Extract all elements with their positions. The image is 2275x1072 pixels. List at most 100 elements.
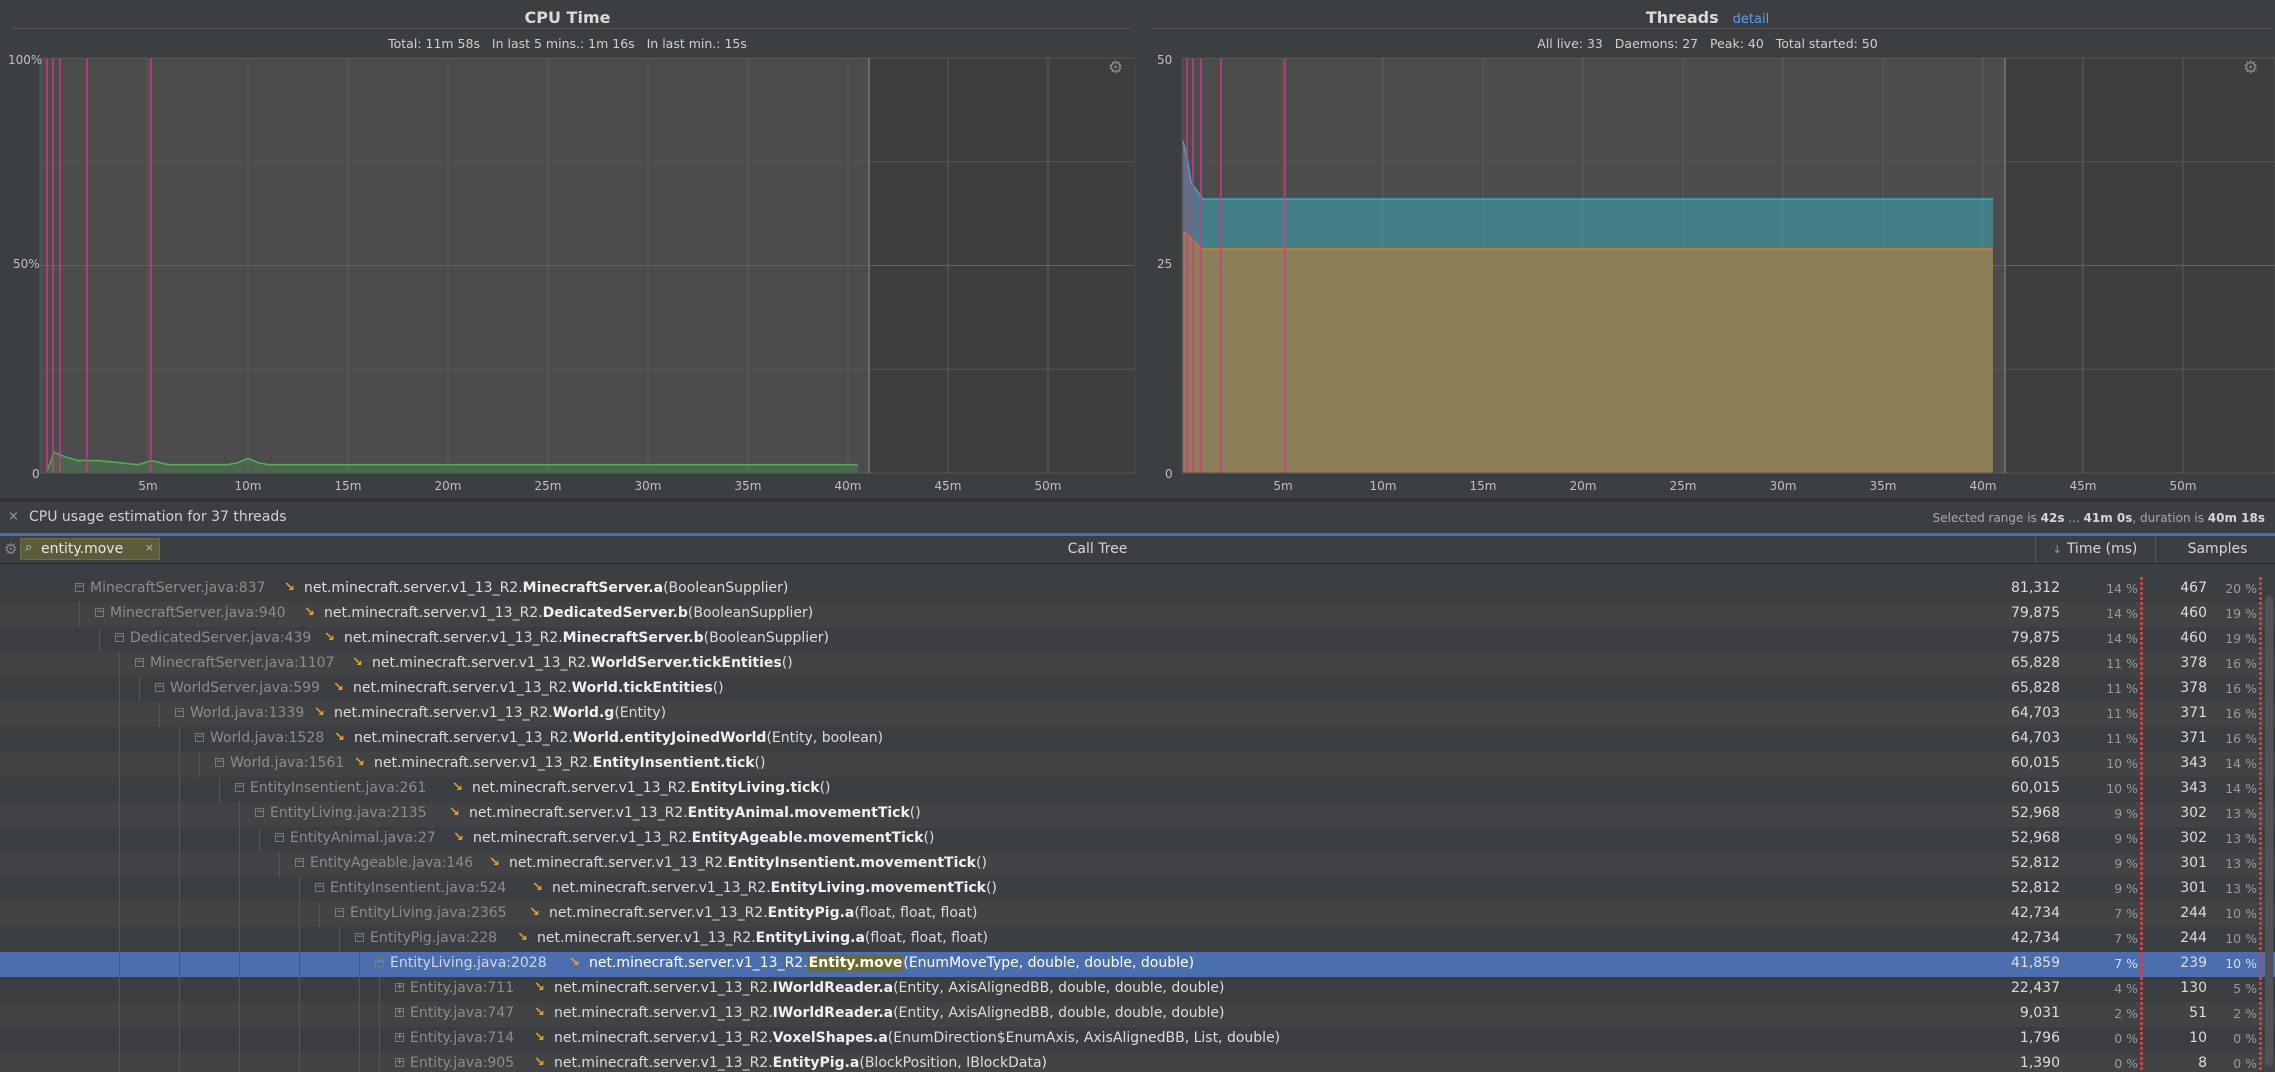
tree-row-selected[interactable]: − EntityLiving.java:2028 ↘ net.minecraft.se… xyxy=(0,952,2275,977)
time-ms: 60,015 xyxy=(2011,755,2060,771)
column-header-time[interactable]: ↓ Time (ms) xyxy=(2040,541,2150,557)
tree-row[interactable]: − World.java:1339 ↘ net.minecraft.server.v1… xyxy=(0,702,2275,727)
source-location[interactable]: EntityLiving.java:2028 xyxy=(390,955,547,971)
indent-guide xyxy=(279,852,280,877)
source-location[interactable]: EntityInsentient.java:524 xyxy=(330,880,506,896)
column-separator[interactable] xyxy=(2155,536,2156,563)
tree-row[interactable]: + Entity.java:747 ↘ net.minecraft.server.v1… xyxy=(0,1002,2275,1027)
source-location[interactable]: EntityLiving.java:2135 xyxy=(270,805,427,821)
column-header-samples[interactable]: Samples xyxy=(2160,541,2275,557)
source-location[interactable]: Entity.java:714 xyxy=(410,1030,514,1046)
collapse-icon[interactable]: − xyxy=(135,658,144,667)
indent-guide xyxy=(179,1002,180,1027)
indent-guide xyxy=(99,627,100,652)
x-tick-label: 50m xyxy=(2170,479,2197,493)
tree-row[interactable]: − EntityLiving.java:2365 ↘ net.minecraft.se… xyxy=(0,902,2275,927)
indent-guide xyxy=(239,952,240,977)
collapse-icon[interactable]: − xyxy=(155,683,164,692)
tree-row[interactable]: − MinecraftServer.java:1107 ↘ net.minecraft… xyxy=(0,652,2275,677)
time-percent: 11 % xyxy=(2106,681,2138,696)
expand-icon[interactable]: + xyxy=(395,1058,404,1067)
tree-row[interactable]: + Entity.java:711 ↘ net.minecraft.server.v1… xyxy=(0,977,2275,1002)
tree-row[interactable]: + Entity.java:905 ↘ net.minecraft.server.v1… xyxy=(0,1052,2275,1072)
sample-count: 343 xyxy=(2180,780,2207,796)
tree-row[interactable]: − World.java:1528 ↘ net.minecraft.server.v1… xyxy=(0,727,2275,752)
collapse-icon[interactable]: − xyxy=(75,583,84,592)
collapse-icon[interactable]: − xyxy=(275,833,284,842)
tree-row[interactable]: − EntityAnimal.java:27 ↘ net.minecraft.serv… xyxy=(0,827,2275,852)
source-location[interactable]: EntityPig.java:228 xyxy=(370,930,497,946)
threads-chart[interactable]: 5m 10m 15m 20m 25m 30m 35m 40m 45m 50m xyxy=(1140,0,2275,498)
collapse-icon[interactable]: − xyxy=(215,758,224,767)
collapse-icon[interactable]: − xyxy=(355,933,364,942)
samples-percent: 16 % xyxy=(2225,706,2257,721)
collapse-icon[interactable]: − xyxy=(235,783,244,792)
indent-guide xyxy=(299,1052,300,1072)
expand-icon[interactable]: + xyxy=(395,1008,404,1017)
method-name: DedicatedServer.b xyxy=(542,605,688,621)
time-percent: 0 % xyxy=(2114,1056,2138,1071)
vertical-scrollbar[interactable] xyxy=(2265,596,2273,1066)
column-header-call-tree[interactable]: Call Tree xyxy=(160,541,2035,557)
source-location[interactable]: EntityAgeable.java:146 xyxy=(310,855,473,871)
collapse-icon[interactable]: − xyxy=(115,633,124,642)
settings-gear-icon[interactable]: ⚙ xyxy=(4,540,17,558)
tree-row[interactable]: − EntityPig.java:228 ↘ net.minecraft.server… xyxy=(0,927,2275,952)
percent-bar xyxy=(2140,852,2143,877)
collapse-icon[interactable]: − xyxy=(175,708,184,717)
cpu-time-chart[interactable]: 5m 10m 15m 20m 25m 30m 35m 40m 45m 50m xyxy=(0,0,1135,498)
search-input[interactable] xyxy=(41,540,141,558)
tree-row[interactable]: − EntityAgeable.java:146 ↘ net.minecraft.se… xyxy=(0,852,2275,877)
threads-chart-settings-icon[interactable]: ⚙ xyxy=(2243,58,2258,78)
source-location[interactable]: EntityInsentient.java:261 xyxy=(250,780,426,796)
collapse-icon[interactable]: − xyxy=(295,858,304,867)
tree-row[interactable]: − World.java:1561 ↘ net.minecraft.server.v1… xyxy=(0,752,2275,777)
collapse-icon[interactable]: − xyxy=(195,733,204,742)
source-location[interactable]: Entity.java:747 xyxy=(410,1005,514,1021)
collapse-icon[interactable]: − xyxy=(315,883,324,892)
method-signature: net.minecraft.server.v1_13_R2.IWorldRead… xyxy=(554,980,1225,996)
collapse-icon[interactable]: − xyxy=(255,808,264,817)
clear-search-icon[interactable]: × xyxy=(145,541,154,554)
series-area-1 xyxy=(1183,232,1993,473)
source-location[interactable]: Entity.java:905 xyxy=(410,1055,514,1071)
time-ms: 42,734 xyxy=(2011,905,2060,921)
source-location[interactable]: DedicatedServer.java:439 xyxy=(130,630,311,646)
tree-row[interactable]: − EntityLiving.java:2135 ↘ net.minecraft.se… xyxy=(0,802,2275,827)
expand-icon[interactable]: + xyxy=(395,983,404,992)
tree-row[interactable]: − MinecraftServer.java:940 ↘ net.minecraft.… xyxy=(0,602,2275,627)
source-location[interactable]: EntityLiving.java:2365 xyxy=(350,905,507,921)
collapse-icon[interactable]: − xyxy=(335,908,344,917)
indent-guide xyxy=(359,1002,360,1027)
close-icon[interactable]: × xyxy=(8,509,19,524)
source-location[interactable]: MinecraftServer.java:940 xyxy=(110,605,286,621)
source-location[interactable]: MinecraftServer.java:1107 xyxy=(150,655,334,671)
tree-row[interactable]: + Entity.java:714 ↘ net.minecraft.server.v1… xyxy=(0,1027,2275,1052)
source-location[interactable]: World.java:1528 xyxy=(210,730,324,746)
source-location[interactable]: World.java:1561 xyxy=(230,755,344,771)
x-tick-label: 35m xyxy=(1870,479,1897,493)
search-box[interactable]: ⌕ × xyxy=(20,538,160,560)
time-percent: 7 % xyxy=(2114,931,2138,946)
column-separator[interactable] xyxy=(2035,536,2036,563)
selected-range-text: Selected range is 42s ... 41m 0s, durati… xyxy=(1932,511,2265,525)
sample-count: 244 xyxy=(2180,930,2207,946)
collapse-icon[interactable]: − xyxy=(375,958,384,967)
source-location[interactable]: Entity.java:711 xyxy=(410,980,514,996)
method-args: (EnumMoveType, double, double, double) xyxy=(903,955,1195,971)
navigate-arrow-icon: ↘ xyxy=(534,1030,545,1045)
cpu-chart-settings-icon[interactable]: ⚙ xyxy=(1108,58,1123,78)
tree-row[interactable]: − MinecraftServer.java:837 ↘ net.minecraft.… xyxy=(0,577,2275,602)
source-location[interactable]: World.java:1339 xyxy=(190,705,304,721)
call-tree[interactable]: − MinecraftServer.java:837 ↘ net.minecraft.… xyxy=(0,564,2275,1072)
source-location[interactable]: WorldServer.java:599 xyxy=(170,680,320,696)
tree-row[interactable]: − WorldServer.java:599 ↘ net.minecraft.serv… xyxy=(0,677,2275,702)
collapse-icon[interactable]: − xyxy=(95,608,104,617)
tree-row[interactable]: − DedicatedServer.java:439 ↘ net.minecraft.… xyxy=(0,627,2275,652)
tree-row[interactable]: − EntityInsentient.java:524 ↘ net.minecraft… xyxy=(0,877,2275,902)
expand-icon[interactable]: + xyxy=(395,1033,404,1042)
package-name: net.minecraft.server.v1_13_R2. xyxy=(473,830,692,846)
source-location[interactable]: EntityAnimal.java:27 xyxy=(290,830,436,846)
tree-row[interactable]: − EntityInsentient.java:261 ↘ net.minecraft… xyxy=(0,777,2275,802)
source-location[interactable]: MinecraftServer.java:837 xyxy=(90,580,266,596)
